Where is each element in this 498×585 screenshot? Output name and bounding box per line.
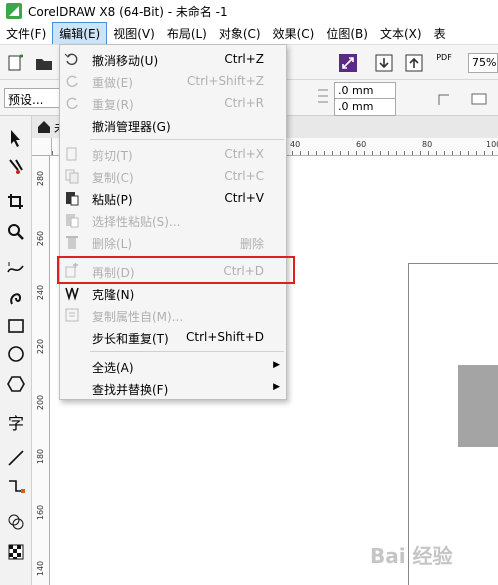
menu-item-paste[interactable]: 粘贴(P) Ctrl+V [60,187,286,209]
undo-icon [64,51,80,67]
parallel-dimension-icon[interactable] [6,448,26,468]
copy-properties-icon [64,307,80,323]
window-title: CorelDRAW X8 (64-Bit) - 未命名 -1 [28,4,228,19]
menu-item-undo[interactable]: 撤消移动(U) Ctrl+Z [60,48,286,70]
menu-table[interactable]: 表 [428,23,452,44]
import-icon[interactable] [374,53,394,73]
pdf-label: PDF [436,53,452,62]
crop-tool-icon[interactable] [6,192,26,212]
ruler-origin[interactable] [32,138,52,156]
ruler-label: 160 [36,504,46,521]
menu-separator [90,139,284,140]
page-layout-icon[interactable] [436,88,456,108]
paste-icon [64,190,80,206]
menu-item-select-all[interactable]: 全选(A) ▶ [60,355,286,377]
ruler-label: 180 [36,448,46,465]
menu-view[interactable]: 视图(V) [107,23,161,44]
ruler-label: 240 [36,284,46,301]
clone-icon [64,285,80,301]
toolbox: 字 [0,116,32,585]
publish-pdf-icon[interactable]: PDF [434,53,454,73]
new-document-icon[interactable] [6,53,26,73]
export-icon[interactable] [404,53,424,73]
convert-icon[interactable] [338,53,358,73]
menu-layout[interactable]: 布局(L) [161,23,213,44]
menu-item-copy[interactable]: 复制(C) Ctrl+C [60,165,286,187]
artistic-media-icon[interactable] [6,286,26,306]
home-icon[interactable] [36,119,52,135]
menu-item-undo-manager[interactable]: 撤消管理器(G) [60,114,286,136]
menu-item-find-replace[interactable]: 查找并替换(F) ▶ [60,377,286,399]
menu-item-repeat[interactable]: 重复(R) Ctrl+R [60,92,286,114]
blend-tool-icon[interactable] [6,512,26,532]
menu-bitmaps[interactable]: 位图(B) [320,23,374,44]
connector-tool-icon[interactable] [6,476,26,496]
pick-tool-icon[interactable] [6,128,26,148]
ruler-label: 60 [356,140,367,149]
freehand-tool-icon[interactable] [6,258,26,278]
ruler-label: 100 [486,140,498,149]
gray-rectangle-object[interactable] [458,365,498,447]
zoom-level-field[interactable]: 75% [468,53,498,73]
menu-item-redo[interactable]: 重做(E) Ctrl+Shift+Z [60,70,286,92]
annotation-highlight-box [57,256,295,284]
ruler-label: 280 [36,170,46,187]
text-tool-icon[interactable]: 字 [8,410,24,434]
redo-icon [64,73,80,89]
shape-tool-icon[interactable] [6,156,26,176]
zoom-tool-icon[interactable] [6,222,26,242]
landscape-icon[interactable] [468,88,488,108]
menu-bar: 文件(F) 编辑(E) 视图(V) 布局(L) 对象(C) 效果(C) 位图(B… [0,21,498,45]
open-folder-icon[interactable] [34,53,54,73]
menu-effects[interactable]: 效果(C) [267,23,321,44]
menu-file[interactable]: 文件(F) [0,23,52,44]
preset-dropdown[interactable]: 预设... [4,88,60,108]
menu-separator [90,351,284,352]
nudge-field-2[interactable]: .0 mm [334,98,396,116]
menu-item-cut[interactable]: 剪切(T) Ctrl+X [60,143,286,165]
menu-item-clone[interactable]: 克隆(N) [60,282,286,304]
trash-icon [64,234,80,250]
transparency-tool-icon[interactable] [6,542,26,562]
ruler-label: 200 [36,394,46,411]
menu-edit[interactable]: 编辑(E) [52,21,108,45]
vertical-ruler[interactable]: 280 260 240 220 200 180 160 140 [32,156,50,585]
title-bar: CorelDRAW X8 (64-Bit) - 未命名 -1 [0,0,498,22]
menu-item-delete[interactable]: 删除(L) 删除 [60,231,286,253]
menu-item-step-and-repeat[interactable]: 步长和重复(T) Ctrl+Shift+D [60,326,286,348]
watermark-text: Bai 经验 [370,544,453,568]
ruler-label: 80 [422,140,433,149]
ruler-label: 260 [36,230,46,247]
ellipse-tool-icon[interactable] [6,344,26,364]
menu-text[interactable]: 文本(X) [374,23,428,44]
coreldraw-logo-icon [6,3,22,19]
menu-item-copy-properties[interactable]: 复制属性自(M)... [60,304,286,326]
copy-icon [64,168,80,184]
edit-menu-dropdown: 撤消移动(U) Ctrl+Z 重做(E) Ctrl+Shift+Z 重复(R) … [59,44,287,400]
menu-object[interactable]: 对象(C) [213,23,267,44]
submenu-arrow-icon: ▶ [273,360,280,370]
submenu-arrow-icon: ▶ [273,382,280,392]
ruler-label: 40 [290,140,301,149]
polygon-tool-icon[interactable] [6,374,26,394]
ruler-label: 140 [36,560,46,577]
cut-icon [64,146,80,162]
paste-special-icon [64,212,80,228]
ruler-label: 220 [36,338,46,355]
menu-item-paste-special[interactable]: 选择性粘贴(S)... [60,209,286,231]
nudge-icon [316,86,336,106]
rectangle-tool-icon[interactable] [6,316,26,336]
repeat-icon [64,95,80,111]
